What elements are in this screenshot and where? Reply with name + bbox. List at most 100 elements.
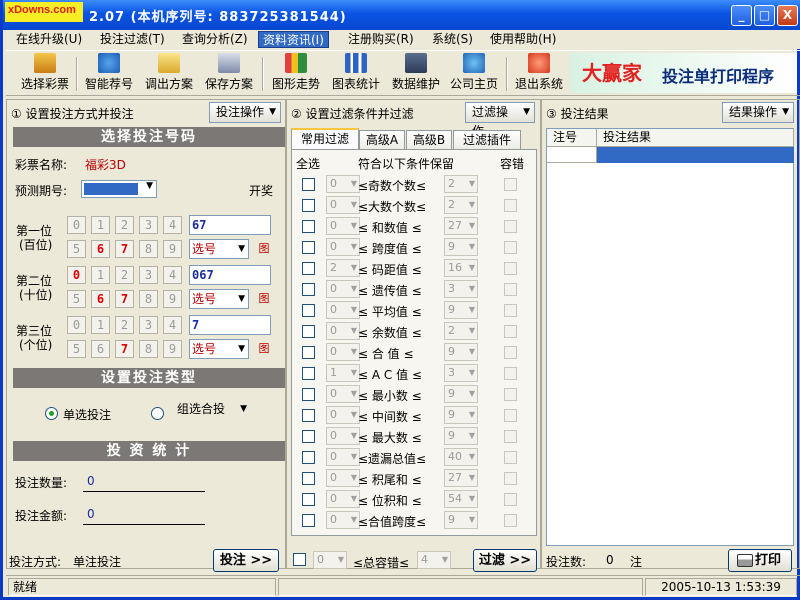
save-plan-button[interactable]: 保存方案 bbox=[202, 53, 256, 95]
filter-tolerance-checkbox[interactable] bbox=[504, 325, 517, 338]
filter-tolerance-checkbox[interactable] bbox=[504, 514, 517, 527]
filter-max-select[interactable]: 9 bbox=[444, 385, 478, 403]
digit-box[interactable]: 3 bbox=[139, 316, 158, 334]
menu-info[interactable]: 资料资讯(I) bbox=[258, 31, 329, 48]
total-tolerance-max[interactable]: 4 bbox=[417, 551, 451, 569]
filter-button[interactable]: 过滤 >> bbox=[473, 549, 537, 572]
filter-row-checkbox[interactable] bbox=[302, 388, 315, 401]
filter-max-select[interactable]: 3 bbox=[444, 364, 478, 382]
chart-icon[interactable]: 图 bbox=[257, 292, 271, 306]
filter-min-select[interactable]: 0 bbox=[326, 217, 360, 235]
filter-max-select[interactable]: 27 bbox=[444, 469, 478, 487]
position-input[interactable]: 067 bbox=[189, 265, 271, 285]
filter-min-select[interactable]: 0 bbox=[326, 280, 360, 298]
pick-select[interactable]: 选号 bbox=[189, 339, 249, 359]
digit-box[interactable]: 0 bbox=[67, 216, 86, 234]
data-maintenance-button[interactable]: 数据维护 bbox=[388, 53, 444, 95]
filter-max-select[interactable]: 9 bbox=[444, 238, 478, 256]
chart-icon[interactable]: 图 bbox=[257, 342, 271, 356]
digit-box[interactable]: 2 bbox=[115, 266, 134, 284]
load-plan-button[interactable]: 调出方案 bbox=[142, 53, 196, 95]
filter-max-select[interactable]: 40 bbox=[444, 448, 478, 466]
digit-box[interactable]: 2 bbox=[115, 316, 134, 334]
filter-max-select[interactable]: 9 bbox=[444, 427, 478, 445]
position-input[interactable]: 7 bbox=[189, 315, 271, 335]
filter-tolerance-checkbox[interactable] bbox=[504, 346, 517, 359]
filter-min-select[interactable]: 0 bbox=[326, 490, 360, 508]
tab-advanced-a[interactable]: 高级A bbox=[359, 130, 405, 149]
filter-tolerance-checkbox[interactable] bbox=[504, 220, 517, 233]
minimize-button[interactable]: _ bbox=[731, 5, 752, 26]
filter-max-select[interactable]: 2 bbox=[444, 322, 478, 340]
filter-row-checkbox[interactable] bbox=[302, 367, 315, 380]
group-bet-select[interactable]: 组选合投 bbox=[171, 400, 251, 421]
select-lottery-button[interactable]: 选择彩票 bbox=[18, 53, 72, 95]
filter-max-select[interactable]: 9 bbox=[444, 343, 478, 361]
digit-box[interactable]: 4 bbox=[163, 266, 182, 284]
title-bar[interactable]: xDowns.com 2.07 (本机序列号: 883725381544) _ … bbox=[3, 0, 800, 30]
digit-box[interactable]: 7 bbox=[115, 240, 134, 258]
digit-box[interactable]: 4 bbox=[163, 316, 182, 334]
filter-tolerance-checkbox[interactable] bbox=[504, 241, 517, 254]
filter-min-select[interactable]: 0 bbox=[326, 238, 360, 256]
filter-max-select[interactable]: 27 bbox=[444, 217, 478, 235]
digit-box[interactable]: 9 bbox=[163, 290, 182, 308]
digit-box[interactable]: 9 bbox=[163, 240, 182, 258]
menu-filter[interactable]: 投注过滤(T) bbox=[96, 31, 169, 48]
close-button[interactable]: X bbox=[777, 5, 798, 26]
filter-max-select[interactable]: 2 bbox=[444, 196, 478, 214]
digit-box[interactable]: 3 bbox=[139, 216, 158, 234]
filter-tolerance-checkbox[interactable] bbox=[504, 262, 517, 275]
filter-tolerance-checkbox[interactable] bbox=[504, 409, 517, 422]
filter-min-select[interactable]: 1 bbox=[326, 364, 360, 382]
chart-icon[interactable]: 图 bbox=[257, 242, 271, 256]
menu-help[interactable]: 使用帮助(H) bbox=[486, 31, 560, 48]
filter-tolerance-checkbox[interactable] bbox=[504, 430, 517, 443]
filter-row-checkbox[interactable] bbox=[302, 283, 315, 296]
filter-tolerance-checkbox[interactable] bbox=[504, 199, 517, 212]
chart-stats-button[interactable]: 图表统计 bbox=[328, 53, 384, 95]
filter-row-checkbox[interactable] bbox=[302, 514, 315, 527]
tab-advanced-b[interactable]: 高级B bbox=[406, 130, 452, 149]
filter-tolerance-checkbox[interactable] bbox=[504, 493, 517, 506]
digit-box[interactable]: 5 bbox=[67, 340, 86, 358]
digit-box[interactable]: 8 bbox=[139, 340, 158, 358]
total-tolerance-min[interactable]: 0 bbox=[313, 551, 347, 569]
filter-row-checkbox[interactable] bbox=[302, 430, 315, 443]
digit-box[interactable]: 1 bbox=[91, 266, 110, 284]
menu-update[interactable]: 在线升级(U) bbox=[12, 31, 86, 48]
filter-min-select[interactable]: 0 bbox=[326, 175, 360, 193]
digit-box[interactable]: 9 bbox=[163, 340, 182, 358]
filter-row-checkbox[interactable] bbox=[302, 472, 315, 485]
menu-register[interactable]: 注册购买(R) bbox=[344, 31, 418, 48]
result-operations-button[interactable]: 结果操作 bbox=[722, 102, 794, 123]
filter-min-select[interactable]: 0 bbox=[326, 448, 360, 466]
digit-box[interactable]: 8 bbox=[139, 290, 158, 308]
period-select[interactable]: ▼ bbox=[81, 180, 157, 198]
filter-tolerance-checkbox[interactable] bbox=[504, 451, 517, 464]
filter-tolerance-checkbox[interactable] bbox=[504, 388, 517, 401]
filter-row-checkbox[interactable] bbox=[302, 325, 315, 338]
digit-box[interactable]: 1 bbox=[91, 216, 110, 234]
filter-max-select[interactable]: 9 bbox=[444, 406, 478, 424]
bet-operations-button[interactable]: 投注操作 bbox=[209, 102, 281, 123]
filter-tolerance-checkbox[interactable] bbox=[504, 304, 517, 317]
digit-box[interactable]: 7 bbox=[115, 290, 134, 308]
exit-button[interactable]: 退出系统 bbox=[512, 53, 566, 95]
filter-row-checkbox[interactable] bbox=[302, 262, 315, 275]
digit-box[interactable]: 3 bbox=[139, 266, 158, 284]
filter-max-select[interactable]: 2 bbox=[444, 175, 478, 193]
filter-max-select[interactable]: 54 bbox=[444, 490, 478, 508]
filter-min-select[interactable]: 0 bbox=[326, 406, 360, 424]
filter-row-checkbox[interactable] bbox=[302, 493, 315, 506]
filter-max-select[interactable]: 3 bbox=[444, 280, 478, 298]
filter-operations-button[interactable]: 过滤操作 bbox=[465, 102, 535, 138]
single-bet-radio[interactable] bbox=[45, 407, 58, 420]
menu-query[interactable]: 查询分析(Z) bbox=[178, 31, 252, 48]
filter-row-checkbox[interactable] bbox=[302, 346, 315, 359]
filter-tolerance-checkbox[interactable] bbox=[504, 283, 517, 296]
filter-min-select[interactable]: 0 bbox=[326, 511, 360, 529]
digit-box[interactable]: 5 bbox=[67, 290, 86, 308]
pick-select[interactable]: 选号 bbox=[189, 289, 249, 309]
filter-row-checkbox[interactable] bbox=[302, 241, 315, 254]
